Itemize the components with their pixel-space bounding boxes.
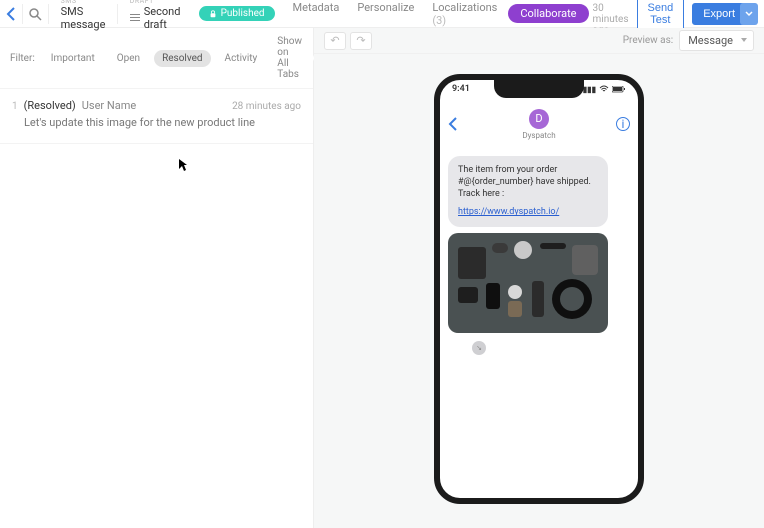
tab-localizations[interactable]: Localizations (3) bbox=[432, 1, 497, 27]
message-bubble: The item from your order #@{order_number… bbox=[448, 156, 608, 227]
undo-icon: ↶ bbox=[330, 34, 339, 47]
read-receipt-icon: ↘ bbox=[472, 341, 486, 355]
signal-icon: ▮▮▮ bbox=[583, 85, 596, 94]
chip-important[interactable]: Important bbox=[43, 50, 103, 67]
lock-icon bbox=[209, 10, 217, 18]
message-type-title: SMS message bbox=[61, 5, 106, 31]
phone-preview: 9:41 ▮▮▮ bbox=[434, 74, 644, 504]
draft-block[interactable]: DRAFT Second draft bbox=[124, 0, 187, 31]
avatar: D bbox=[529, 109, 549, 129]
published-badge: Published bbox=[199, 6, 275, 21]
battery-icon bbox=[612, 86, 626, 93]
redo-icon: ↷ bbox=[356, 34, 365, 47]
chip-resolved[interactable]: Resolved bbox=[154, 50, 210, 67]
chevron-down-icon bbox=[745, 11, 753, 17]
comment-time: 28 minutes ago bbox=[232, 101, 301, 112]
phone-back-button[interactable] bbox=[448, 116, 458, 132]
export-button[interactable]: Export bbox=[692, 3, 746, 25]
redo-button[interactable]: ↷ bbox=[350, 32, 372, 50]
back-button[interactable] bbox=[6, 2, 16, 26]
chip-open[interactable]: Open bbox=[109, 50, 148, 67]
comment-item[interactable]: 1 (Resolved) User Name 28 minutes ago Le… bbox=[0, 89, 313, 144]
comment-body: Let's update this image for the new prod… bbox=[12, 116, 301, 129]
search-icon[interactable] bbox=[28, 2, 42, 26]
comment-index: 1 bbox=[12, 101, 18, 112]
draft-title: Second draft bbox=[144, 5, 181, 31]
published-label: Published bbox=[221, 8, 265, 19]
preview-as-label: Preview as: bbox=[623, 35, 673, 46]
message-image bbox=[448, 233, 608, 333]
phone-notch bbox=[494, 80, 584, 98]
tab-count: (3) bbox=[432, 14, 446, 27]
collaborate-button[interactable]: Collaborate bbox=[508, 4, 588, 23]
message-link[interactable]: https://www.dyspatch.io/ bbox=[458, 207, 559, 217]
cursor-icon bbox=[178, 158, 188, 172]
status-icons: ▮▮▮ bbox=[583, 84, 626, 94]
export-caret[interactable] bbox=[740, 3, 758, 25]
show-all-label: Show on All Tabs bbox=[277, 36, 302, 80]
wifi-icon bbox=[599, 85, 609, 93]
preview-as-select[interactable]: Message bbox=[679, 30, 754, 51]
info-icon[interactable]: i bbox=[616, 117, 630, 131]
tab-personalize[interactable]: Personalize bbox=[357, 1, 414, 27]
comment-status: (Resolved) bbox=[24, 99, 76, 112]
sender-block[interactable]: D Dyspatch bbox=[522, 109, 555, 140]
menu-icon bbox=[130, 14, 140, 21]
chip-activity[interactable]: Activity bbox=[217, 50, 266, 67]
undo-button[interactable]: ↶ bbox=[324, 32, 346, 50]
sender-name: Dyspatch bbox=[522, 131, 555, 140]
message-type-block: SMS SMS message bbox=[55, 0, 112, 31]
comment-user: User Name bbox=[82, 99, 136, 112]
send-test-button[interactable]: Send Test bbox=[637, 0, 685, 31]
message-text: The item from your order #@{order_number… bbox=[458, 164, 598, 200]
tab-metadata[interactable]: Metadata bbox=[293, 1, 340, 27]
tab-label: Localizations bbox=[432, 1, 497, 14]
filter-label: Filter: bbox=[10, 53, 35, 64]
phone-time: 9:41 bbox=[452, 84, 470, 94]
